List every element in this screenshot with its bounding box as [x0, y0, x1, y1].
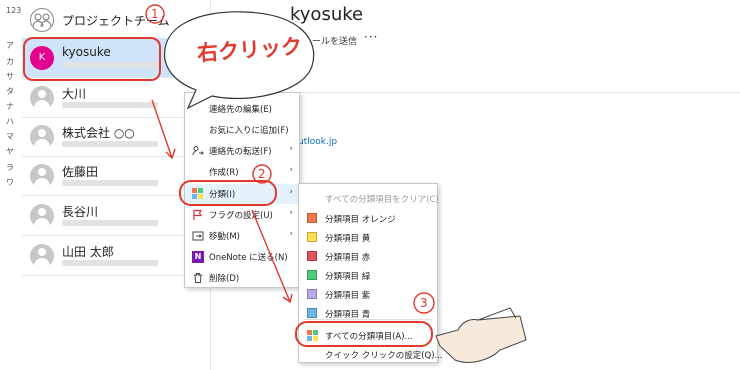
detail-email-link[interactable]: utlook.jp	[298, 137, 337, 147]
arrow-2-head	[282, 293, 293, 304]
quick-click-settings[interactable]: クイック クリックの設定(Q)...	[299, 345, 443, 364]
forward-contact-icon	[192, 145, 204, 157]
contact-name: 大川	[62, 87, 87, 101]
chevron-right-icon: ›	[289, 208, 293, 218]
menu-item-edit-contact[interactable]: 連絡先の編集(E)	[185, 99, 299, 119]
menu-item-delete[interactable]: 削除(D)	[185, 268, 299, 288]
index-ka[interactable]: カ	[6, 56, 14, 67]
contact-name: 山田 太郎	[62, 245, 114, 259]
menu-item-forward-contact[interactable]: 連絡先の転送(F) ›	[185, 141, 299, 161]
index-ya[interactable]: ヤ	[6, 146, 14, 157]
submenu-separator	[303, 319, 433, 320]
contact-name: 佐藤田	[62, 165, 99, 179]
redacted-detail	[62, 141, 158, 147]
more-options-icon[interactable]: ···	[364, 30, 378, 44]
contact-name: 株式会社 ○○	[62, 126, 135, 140]
menu-item-add-favorite[interactable]: お気に入りに追加(F)	[185, 120, 299, 140]
contact-item[interactable]: 山田 太郎	[22, 236, 190, 276]
redacted-detail	[62, 220, 158, 226]
category-swatch	[307, 232, 317, 242]
all-categories-item[interactable]: すべての分類項目(A)...	[299, 326, 437, 345]
index-na[interactable]: ナ	[6, 101, 14, 112]
category-green[interactable]: 分類項目 緑	[299, 266, 437, 285]
group-icon	[30, 8, 54, 32]
send-mail-button[interactable]: ールを送信	[312, 34, 357, 47]
onenote-icon: N	[192, 251, 204, 263]
menu-item-onenote[interactable]: N OneNote に送る(N)	[185, 247, 299, 267]
person-icon	[30, 164, 54, 188]
categorize-icon	[192, 188, 204, 200]
contact-item[interactable]: 大川	[22, 78, 190, 118]
category-swatch	[307, 308, 317, 318]
person-icon	[30, 125, 54, 149]
alphabet-index: 123 ア カ サ タ ナ ハ マ ヤ ラ ワ	[0, 0, 22, 370]
chevron-right-icon: ›	[289, 187, 293, 197]
index-sa[interactable]: サ	[6, 71, 14, 82]
contact-name: 長谷川	[62, 205, 99, 219]
index-ta[interactable]: タ	[6, 86, 14, 97]
index-ha[interactable]: ハ	[6, 116, 14, 127]
categorize-icon	[307, 330, 319, 342]
index-a[interactable]: ア	[6, 40, 14, 51]
right-click-label: 右クリック	[196, 34, 303, 66]
contact-item[interactable]: プロジェクトチーム	[22, 0, 190, 40]
category-purple[interactable]: 分類項目 紫	[299, 285, 437, 304]
redacted-detail	[62, 180, 158, 186]
avatar: K	[30, 46, 54, 70]
person-icon	[30, 244, 54, 268]
index-wa[interactable]: ワ	[6, 177, 14, 188]
category-swatch	[307, 213, 317, 223]
contact-item[interactable]: 株式会社 ○○	[22, 117, 190, 157]
context-menu: 連絡先の編集(E) お気に入りに追加(F) 連絡先の転送(F) › 作成(R) …	[184, 92, 300, 288]
contact-item-selected[interactable]: K kyosuke	[22, 38, 190, 78]
detail-contact-name: kyosuke	[290, 4, 364, 25]
category-swatch	[307, 289, 317, 299]
move-icon	[192, 230, 204, 242]
contact-item[interactable]: 佐藤田	[22, 156, 190, 196]
category-orange[interactable]: 分類項目 オレンジ	[299, 209, 437, 228]
category-red[interactable]: 分類項目 赤	[299, 247, 437, 266]
category-swatch	[307, 251, 317, 261]
flag-icon	[192, 209, 204, 221]
person-icon	[30, 86, 54, 110]
contact-item[interactable]: 長谷川	[22, 196, 190, 236]
redacted-detail	[62, 102, 158, 108]
chevron-right-icon: ›	[289, 144, 293, 154]
clear-all-categories[interactable]: すべての分類項目をクリア(C)	[299, 189, 439, 208]
redacted-detail	[62, 260, 158, 266]
person-icon	[30, 204, 54, 228]
chevron-right-icon: ›	[289, 165, 293, 175]
index-ma[interactable]: マ	[6, 131, 14, 142]
index-ra[interactable]: ラ	[6, 162, 14, 173]
menu-item-set-flag[interactable]: フラグの設定(U) ›	[185, 205, 299, 225]
redacted-detail	[62, 62, 158, 68]
category-submenu: すべての分類項目をクリア(C) 分類項目 オレンジ 分類項目 黄 分類項目 赤 …	[298, 183, 443, 364]
contact-name: kyosuke	[62, 45, 111, 59]
category-swatch	[307, 270, 317, 280]
menu-item-move[interactable]: 移動(M) ›	[185, 226, 299, 246]
menu-item-create[interactable]: 作成(R) ›	[185, 162, 299, 182]
category-yellow[interactable]: 分類項目 黄	[299, 228, 437, 247]
delete-icon	[192, 272, 204, 284]
category-blue[interactable]: 分類項目 青	[299, 304, 437, 323]
contact-name: プロジェクトチーム	[62, 14, 170, 28]
pointing-hand-icon	[435, 307, 527, 363]
detail-separator	[290, 92, 740, 93]
chevron-right-icon: ›	[289, 229, 293, 239]
menu-item-categorize[interactable]: 分類(I) ›	[185, 184, 299, 204]
index-123[interactable]: 123	[6, 6, 21, 15]
